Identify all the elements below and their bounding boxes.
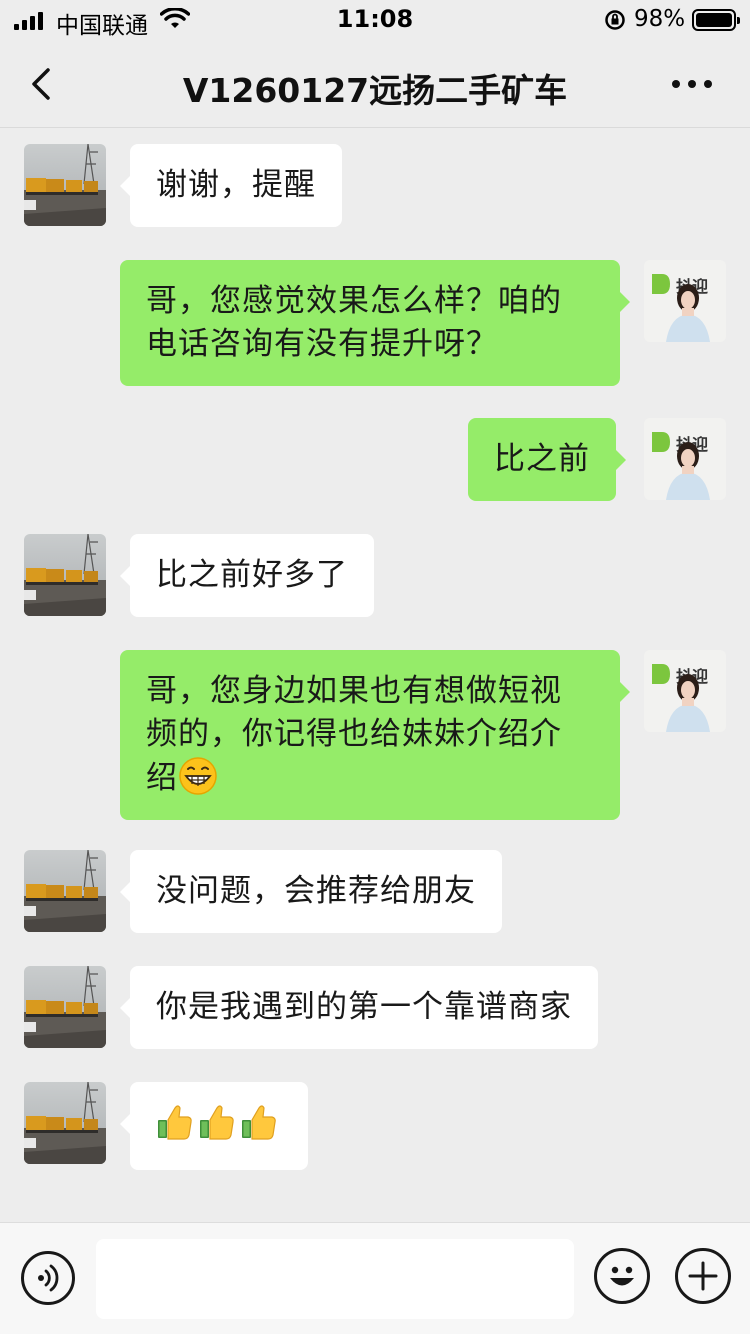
battery-icon (692, 9, 740, 31)
message-text-line: 绍 (146, 756, 594, 800)
status-bar: 中国联通 11:08 98% (0, 0, 750, 40)
message-text: 比之前 (494, 441, 590, 477)
message-text-line: 频的，你记得也给妹妹介绍介 (146, 716, 562, 752)
message-text: 比之前好多了 (156, 557, 348, 593)
contact-avatar[interactable] (24, 144, 106, 226)
dot-icon (688, 80, 696, 88)
message-bubble-incoming[interactable] (120, 1082, 308, 1170)
voice-icon (38, 1264, 59, 1292)
contact-avatar[interactable] (24, 1082, 106, 1164)
back-button[interactable] (24, 64, 64, 104)
message-text: 谢谢，提醒 (156, 167, 316, 203)
more-options-button[interactable] (672, 80, 712, 88)
message-bubble-incoming[interactable]: 没问题，会推荐给朋友 (120, 850, 502, 933)
self-avatar[interactable] (644, 260, 726, 342)
dot-icon (672, 80, 680, 88)
battery-percent: 98% (634, 6, 686, 32)
grinning-face-emoji (179, 757, 217, 795)
message-text-line: 电话咨询有没有提升呀？ (146, 326, 498, 362)
message-text: 绍 (146, 760, 178, 796)
rotation-lock-icon (605, 10, 625, 30)
self-avatar[interactable] (644, 418, 726, 500)
dot-icon (704, 80, 712, 88)
message-text: 你是我遇到的第一个靠谱商家 (156, 989, 572, 1025)
message-text: 没问题，会推荐给朋友 (156, 873, 476, 909)
message-text-line: 哥，您身边如果也有想做短视 (146, 673, 562, 709)
thumbs-up-emoji (158, 1105, 192, 1140)
chat-title: V1260127远扬二手矿车 (182, 71, 568, 110)
plus-icon (688, 1261, 718, 1291)
message-bubble-incoming[interactable]: 比之前好多了 (120, 534, 374, 617)
thumbs-up-emoji (242, 1105, 276, 1140)
chat-header: V1260127远扬二手矿车 (0, 40, 750, 128)
message-bubble-outgoing[interactable]: 哥，您身边如果也有想做短视 频的，你记得也给妹妹介绍介 绍 (120, 650, 630, 820)
contact-avatar[interactable] (24, 850, 106, 932)
contact-avatar[interactable] (24, 966, 106, 1048)
voice-button[interactable] (21, 1251, 75, 1305)
message-bubble-incoming[interactable]: 你是我遇到的第一个靠谱商家 (120, 966, 598, 1049)
contact-avatar[interactable] (24, 534, 106, 616)
plus-button[interactable] (675, 1248, 731, 1304)
message-bubble-outgoing[interactable]: 比之前 (468, 418, 626, 501)
message-text-line: 哥，您感觉效果怎么样？咱的 (146, 283, 562, 319)
emoji-icon (610, 1266, 634, 1286)
emoji-button[interactable] (594, 1248, 650, 1304)
chat-input-bar (0, 1222, 750, 1334)
message-input[interactable] (96, 1239, 574, 1319)
message-bubble-incoming[interactable]: 谢谢，提醒 (120, 144, 342, 227)
message-bubble-outgoing[interactable]: 哥，您感觉效果怎么样？咱的 电话咨询有没有提升呀？ (120, 260, 630, 386)
thumbs-up-emoji (200, 1105, 234, 1140)
self-avatar[interactable] (644, 650, 726, 732)
